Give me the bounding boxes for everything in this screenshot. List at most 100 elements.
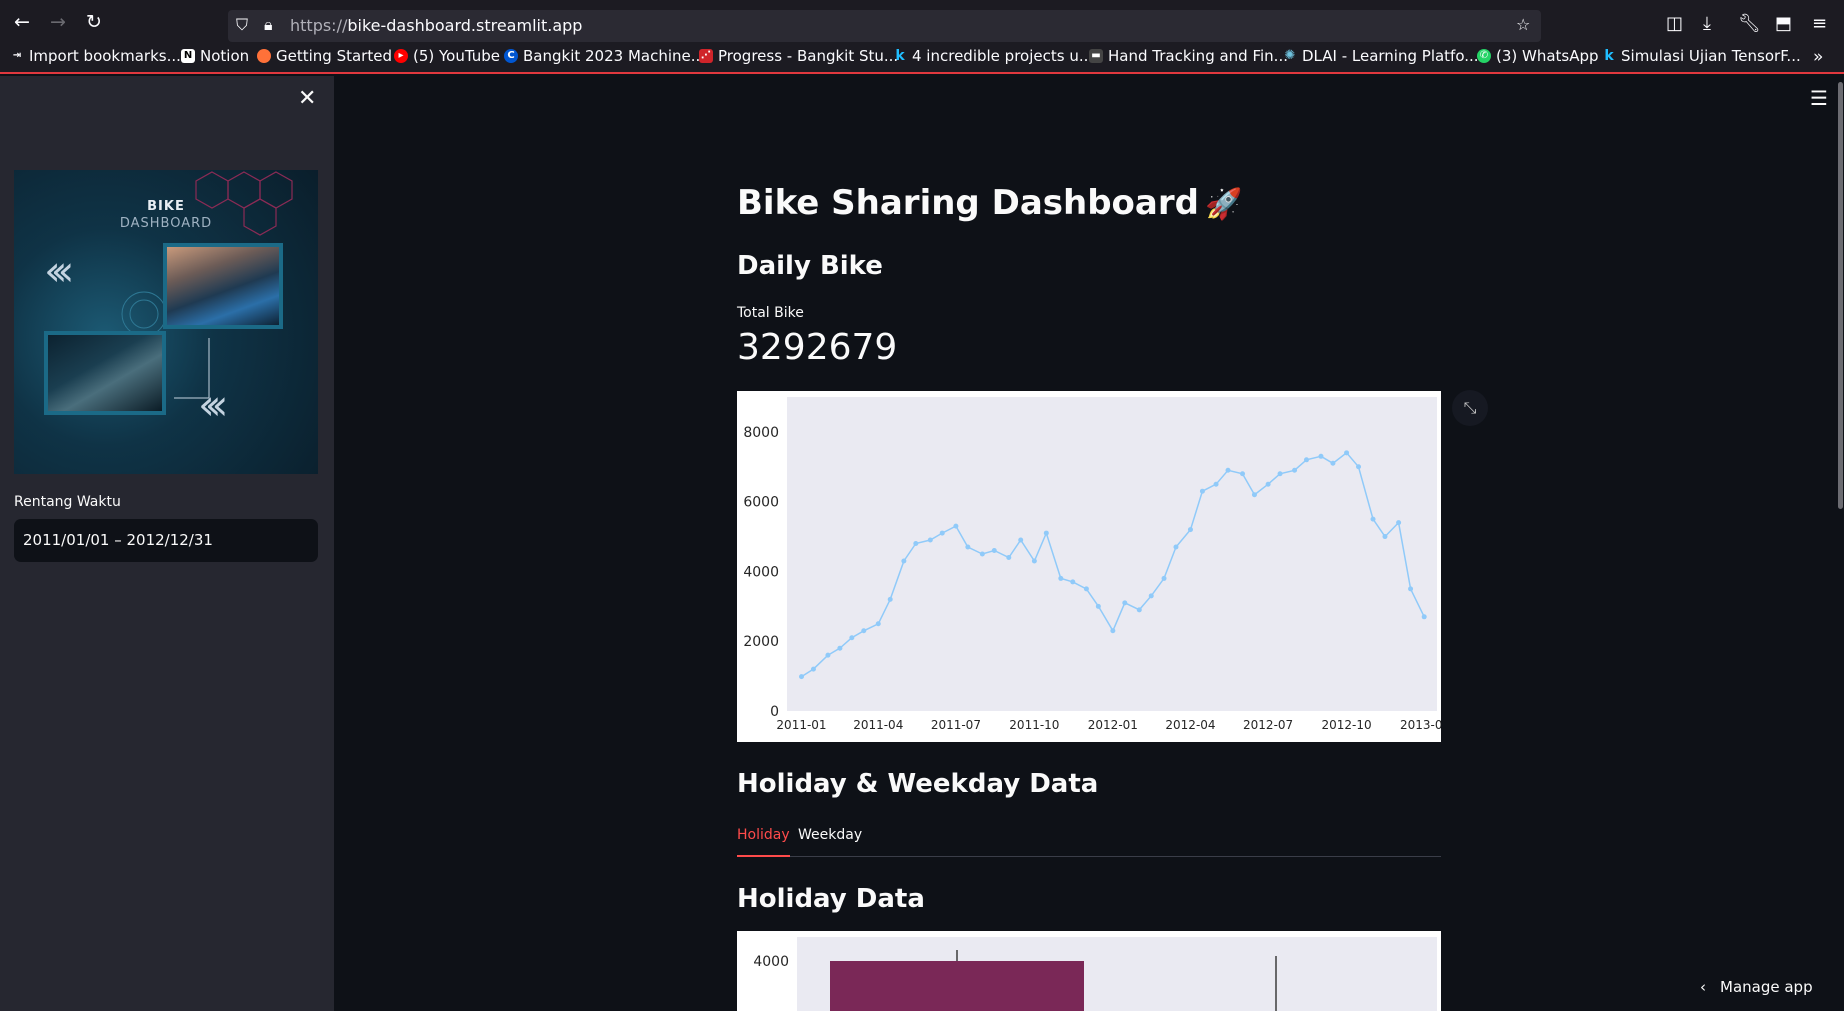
url-text[interactable]: https://bike-dashboard.streamlit.app (290, 16, 582, 35)
bookmark-bangkit-ml[interactable]: C Bangkit 2023 Machine... (504, 47, 705, 65)
data-point (1070, 579, 1076, 585)
page-icon: ▬ (1089, 49, 1103, 63)
fullscreen-icon[interactable]: ⤡ (1452, 390, 1488, 426)
line-chart-svg: 020004000600080002011-01 2011-04 2011-07 20… (743, 397, 1450, 732)
x-tick-label: 2012-04 (1165, 718, 1215, 732)
data-point (1161, 575, 1167, 581)
shield-icon[interactable]: ⛉ (236, 15, 248, 35)
data-point (1265, 481, 1271, 487)
forward-icon[interactable]: → (42, 8, 74, 36)
data-point (901, 558, 907, 564)
reload-icon[interactable]: ↻ (78, 8, 110, 36)
dlai-icon: ✺ (1284, 48, 1296, 63)
data-point (1031, 558, 1037, 564)
data-point (1251, 492, 1257, 498)
date-range-input[interactable]: 2011/01/01 – 2012/12/31 (14, 519, 318, 562)
metric-label: Total Bike (737, 305, 804, 321)
data-point (1095, 603, 1101, 609)
data-point (849, 635, 855, 641)
data-point (875, 621, 881, 627)
data-point (1148, 593, 1154, 599)
data-point (1421, 614, 1427, 620)
data-point (1292, 467, 1298, 473)
youtube-icon: ▸ (394, 49, 408, 63)
tab-weekday[interactable]: Weekday (798, 827, 862, 855)
data-point (1382, 534, 1388, 540)
y-tick-label: 4000 (753, 954, 789, 970)
import-icon: ⇥ (12, 50, 22, 61)
data-point (1199, 488, 1205, 494)
bookmark-whatsapp[interactable]: ✆ (3) WhatsApp (1477, 47, 1599, 65)
bookmark-notion[interactable]: N Notion (181, 47, 249, 65)
y-tick-label: 6000 (743, 495, 779, 511)
star-icon[interactable]: ☆ (1516, 15, 1530, 34)
data-point (1006, 554, 1012, 560)
data-point (799, 674, 805, 680)
bookmark-simulasi-tensorflow[interactable]: k Simulasi Ujian TensorF... (1602, 47, 1800, 65)
rocket-icon: 🚀 (1204, 187, 1243, 222)
chevrons-left-icon: ‹‹‹ (198, 380, 229, 429)
menu-icon[interactable]: ≡ (1812, 13, 1827, 34)
manage-app-button[interactable]: ‹ Manage app (1700, 978, 1813, 996)
back-icon[interactable]: ← (6, 8, 38, 36)
data-point (825, 652, 831, 658)
browser-toolbar: ← → ↻ ⛉ 🔒︎ https://bike-dashboard.stream… (0, 0, 1844, 74)
daily-bike-header: Daily Bike (737, 251, 883, 281)
extensions-icon[interactable]: ⬒ (1775, 13, 1792, 34)
data-point (1330, 460, 1336, 466)
data-point (1240, 471, 1246, 477)
bookmark-youtube[interactable]: ▸ (5) YouTube (394, 47, 500, 65)
data-point (1370, 516, 1376, 522)
x-tick-label: 2012-01 (1088, 718, 1138, 732)
bookmark-import[interactable]: ⇥ Import bookmarks... (10, 47, 181, 65)
holiday-data-header: Holiday Data (737, 884, 925, 914)
data-point (965, 544, 971, 550)
bookmark-hand-tracking[interactable]: ▬ Hand Tracking and Fin... (1089, 47, 1288, 65)
data-point (1018, 537, 1024, 543)
data-point (927, 537, 933, 543)
bookmark-getting-started[interactable]: Getting Started (257, 47, 392, 65)
bar-chart-svg: 4000 (753, 937, 1437, 1011)
data-point (837, 645, 843, 651)
x-tick-label: 2013-01 (1400, 718, 1441, 732)
bookmark-incredible-projects[interactable]: k4 incredible projects u... (893, 47, 1093, 65)
data-point (1083, 586, 1089, 592)
chevrons-left-icon: ‹‹‹ (44, 246, 75, 295)
logo-title: BIKE DASHBOARD (119, 199, 213, 231)
kaggle-icon: k (895, 48, 905, 64)
data-point (1318, 453, 1324, 459)
data-point (913, 541, 919, 547)
x-tick-label: 2011-10 (1009, 718, 1059, 732)
data-point (1110, 628, 1116, 634)
url-bar[interactable]: ⛉ 🔒︎ https://bike-dashboard.streamlit.ap… (228, 10, 1541, 42)
pocket-icon[interactable]: ◫ (1666, 13, 1683, 34)
chevron-double-right-icon[interactable]: » (1813, 47, 1823, 67)
data-point (979, 551, 985, 557)
bangkit-icon: ⋰ (699, 49, 713, 63)
computer-photo (44, 331, 166, 415)
app-menu-icon[interactable]: ☰ (1810, 86, 1828, 110)
data-point (1356, 464, 1362, 470)
data-point (1303, 457, 1309, 463)
data-point (1136, 607, 1142, 613)
scrollbar-thumb[interactable] (1838, 82, 1843, 509)
x-tick-label: 2012-07 (1243, 718, 1293, 732)
x-tick-label: 2011-07 (931, 718, 981, 732)
download-icon[interactable]: ⤓ (1703, 13, 1711, 34)
close-icon[interactable]: ✕ (298, 86, 316, 111)
wrench-icon[interactable]: 🔧︎ (1738, 13, 1761, 34)
bar (830, 961, 1084, 1011)
data-point (1122, 600, 1128, 606)
holiday-bar-chart: 4000 (737, 931, 1441, 1011)
bookmark-progress[interactable]: ⋰ Progress - Bangkit Stu... (699, 47, 898, 65)
bookmark-dlai[interactable]: ✺ DLAI - Learning Platfo... (1283, 47, 1479, 65)
y-tick-label: 4000 (743, 564, 779, 580)
tab-holiday[interactable]: Holiday (737, 827, 790, 857)
firefox-icon (257, 49, 271, 63)
data-point (953, 523, 959, 529)
chevron-left-icon: ‹ (1700, 978, 1706, 996)
tab-bar: Holiday Weekday (737, 827, 1441, 857)
data-point (1396, 520, 1402, 526)
x-tick-label: 2011-04 (853, 718, 903, 732)
lock-icon[interactable]: 🔒︎ (264, 15, 273, 35)
